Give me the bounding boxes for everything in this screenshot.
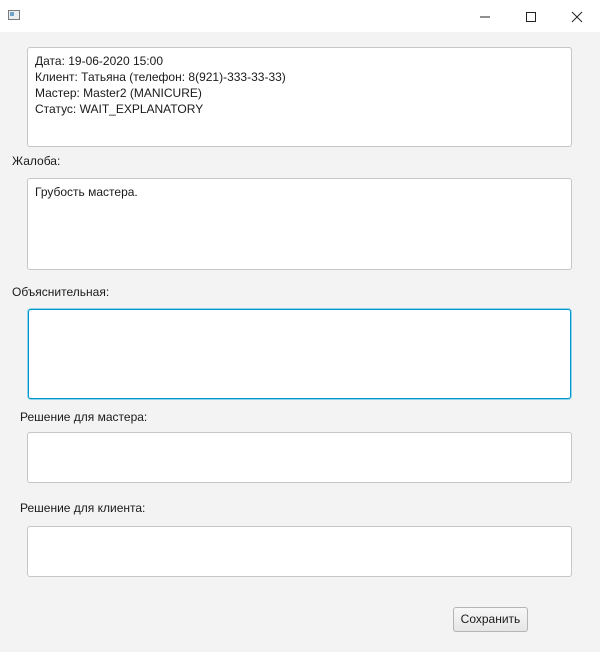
explanatory-textarea[interactable] bbox=[28, 309, 571, 399]
maximize-icon bbox=[526, 12, 536, 22]
client-decision-field[interactable] bbox=[27, 526, 572, 577]
master-decision-field[interactable] bbox=[27, 432, 572, 483]
client-decision-label: Решение для клиента: bbox=[20, 501, 146, 515]
info-status-line: Статус: WAIT_EXPLANATORY bbox=[35, 102, 204, 116]
minimize-button[interactable] bbox=[462, 0, 508, 32]
complaint-label: Жалоба: bbox=[12, 154, 61, 168]
complaint-text: Грубость мастера. bbox=[35, 185, 138, 199]
close-icon bbox=[571, 11, 583, 23]
info-date-line: Дата: 19-06-2020 15:00 bbox=[35, 54, 163, 68]
maximize-button[interactable] bbox=[508, 0, 554, 32]
info-client-line: Клиент: Татьяна (телефон: 8(921)-333-33-… bbox=[35, 70, 286, 84]
complaint-textarea[interactable]: Грубость мастера. bbox=[27, 178, 572, 270]
title-bar[interactable] bbox=[0, 0, 600, 32]
minimize-icon bbox=[480, 16, 490, 18]
save-button[interactable]: Сохранить bbox=[453, 607, 528, 632]
app-window-icon bbox=[8, 10, 20, 20]
order-info-area[interactable]: Дата: 19-06-2020 15:00 Клиент: Татьяна (т… bbox=[27, 47, 572, 147]
order-info-text: Дата: 19-06-2020 15:00 Клиент: Татьяна (т… bbox=[35, 53, 286, 117]
explanatory-label: Объяснительная: bbox=[12, 285, 110, 299]
master-decision-label: Решение для мастера: bbox=[20, 410, 148, 424]
info-master-line: Мастер: Master2 (MANICURE) bbox=[35, 86, 202, 100]
close-button[interactable] bbox=[554, 0, 600, 32]
complaint-window: Дата: 19-06-2020 15:00 Клиент: Татьяна (т… bbox=[0, 0, 600, 652]
